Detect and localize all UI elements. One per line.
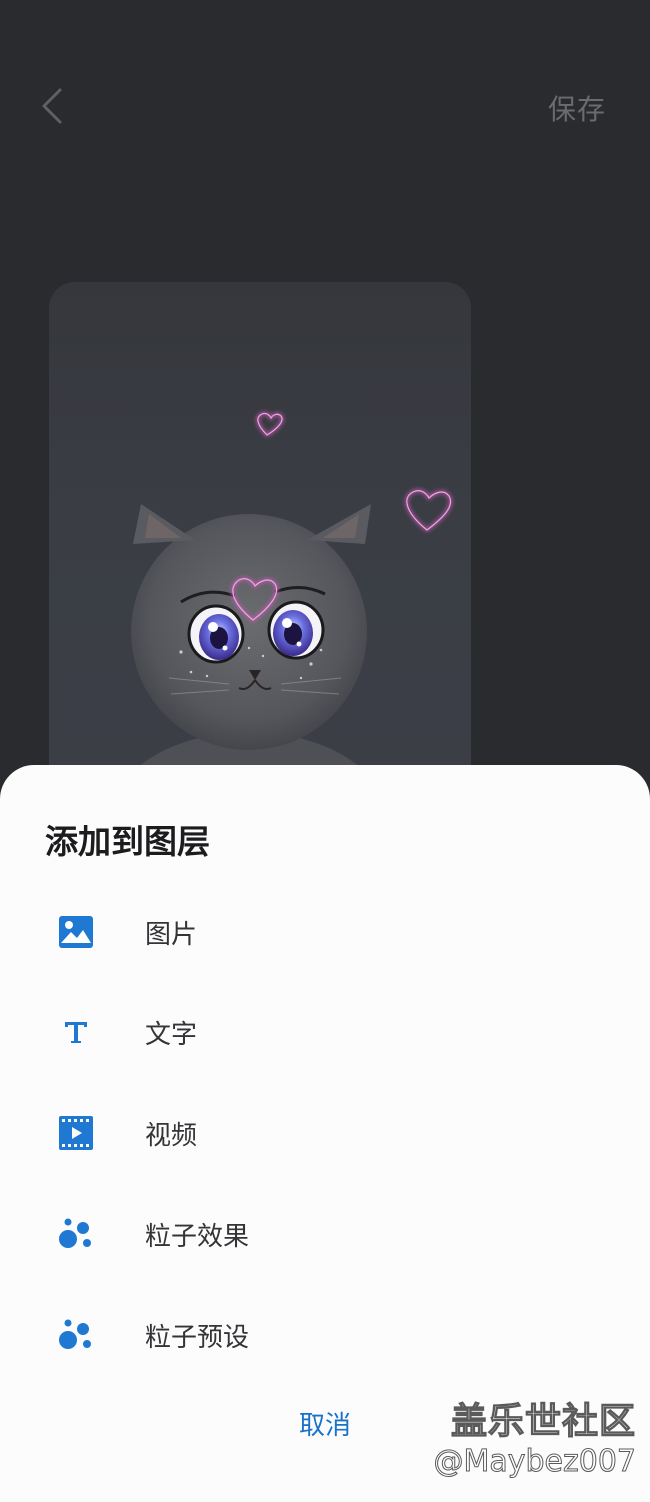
menu-item-particle-effect[interactable]: 粒子效果 — [0, 1189, 650, 1279]
save-button[interactable]: 保存 — [548, 88, 606, 128]
watermark-title: 盖乐世社区 — [450, 1400, 636, 1442]
image-icon — [58, 914, 94, 950]
menu-item-label: 粒子预设 — [145, 1322, 250, 1353]
menu-item-label: 文字 — [145, 1019, 198, 1050]
particle-icon — [58, 1216, 94, 1252]
menu-item-particle-preset[interactable]: 粒子预设 — [0, 1290, 650, 1380]
back-button[interactable] — [30, 84, 74, 128]
menu-item-text[interactable]: 文字 — [0, 987, 650, 1077]
kitten-photo — [109, 412, 452, 842]
menu-item-label: 视频 — [145, 1120, 198, 1151]
video-icon — [58, 1115, 94, 1151]
watermark-user: @Maybez007 — [433, 1444, 637, 1480]
sheet-title: 添加到图层 — [45, 822, 210, 861]
menu-item-image[interactable]: 图片 — [0, 887, 650, 977]
particle-icon — [58, 1317, 94, 1353]
menu-item-label: 粒子效果 — [145, 1221, 250, 1252]
canvas-preview[interactable] — [49, 282, 471, 842]
menu-item-label: 图片 — [145, 919, 198, 950]
menu-item-video[interactable]: 视频 — [0, 1088, 650, 1178]
chevron-left-icon — [42, 88, 62, 124]
text-icon — [58, 1014, 94, 1050]
screen: 保存 添加到图层 图片 文字 视频 粒子效果 粒子预设 取消 盖乐世社区 @Ma… — [0, 0, 650, 1502]
